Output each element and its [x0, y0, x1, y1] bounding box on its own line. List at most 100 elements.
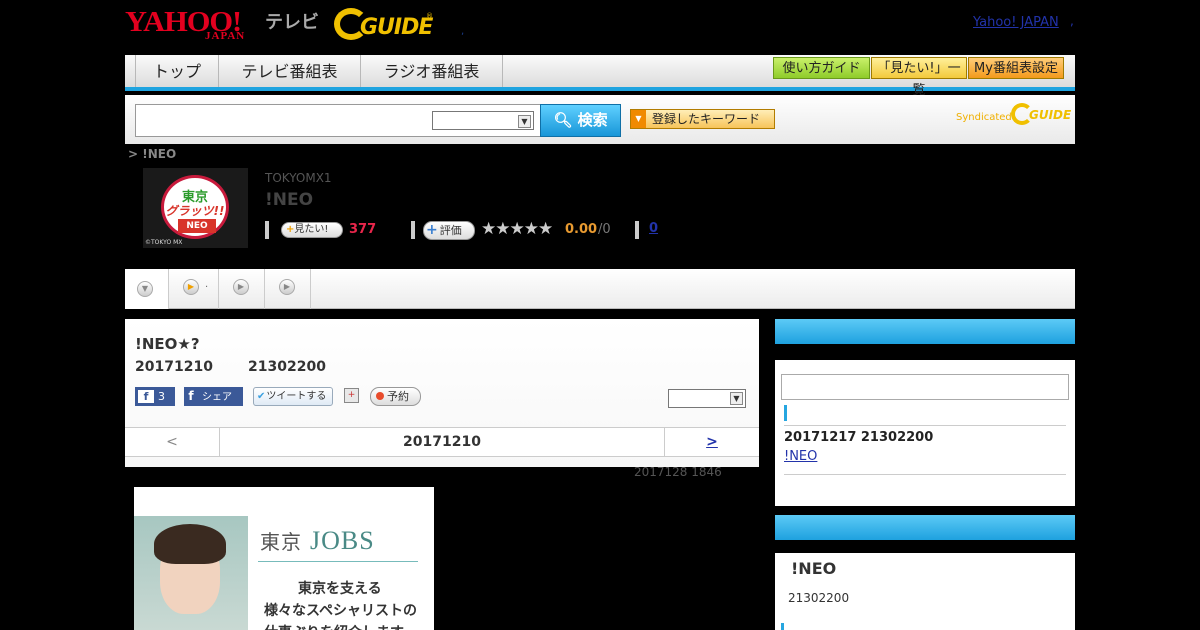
ad-text-area: 東京 JOBS 東京を支える 様々なスペシャリストの 仕事ぶりを紹介します [248, 516, 434, 630]
gguide-logo-text: GUIDE [360, 15, 433, 40]
next-date-link[interactable]: > [664, 428, 759, 456]
divider [411, 221, 415, 239]
thumbnail-copyright: ©TOKYO MX [145, 239, 183, 246]
usage-guide-button[interactable]: 使い方ガイド [773, 57, 870, 79]
divider [265, 221, 269, 239]
yahoo-japan-logo[interactable]: YAHOO! JAPAN [125, 6, 261, 42]
tab-second[interactable]: ▶ . [169, 269, 219, 309]
facebook-like-count: 3 [158, 390, 165, 403]
next-broadcast-datetime: 20171217 21302200 [784, 430, 934, 445]
tweet-button[interactable]: ✔ツイートする [253, 387, 333, 406]
ad-copy-line2: 様々なスペシャリストの [264, 603, 418, 619]
ad-top-bar [134, 487, 434, 515]
header-separator: , [461, 26, 465, 37]
program-logo-line2: グラッツ!! [165, 204, 225, 218]
rate-label: 評価 [439, 224, 462, 237]
episode-title: !NEO★? [135, 335, 200, 353]
program-title: !NEO [265, 190, 314, 210]
episode-date: 20171210 [135, 359, 213, 375]
nav-tab-radio-listings[interactable]: ラジオ番組表 [361, 55, 503, 87]
my-schedule-settings-button[interactable]: My番組表設定 [968, 57, 1064, 79]
facebook-share-button[interactable]: f シェア [184, 387, 243, 406]
record-reservation-button[interactable]: 予約 [370, 387, 421, 406]
sidebar-accent [781, 623, 784, 630]
current-date: 20171210 [403, 434, 481, 450]
rate-button[interactable]: + 評価 [423, 221, 475, 240]
want-to-watch-list-button[interactable]: 「見たい!」一覧 [871, 57, 967, 98]
comments-link[interactable]: 0 [649, 221, 658, 236]
ad-copy-line3: 仕事ぶりを紹介します [264, 622, 404, 630]
program-logo-line3: NEO [178, 219, 216, 233]
global-nav: トップ テレビ番組表 ラジオ番組表 使い方ガイド 「見たい!」一覧 My番組表設… [125, 55, 1075, 98]
episode-date-nav: < 20171210 > [125, 427, 759, 457]
registered-keywords-button[interactable]: ▼ 登録したキーワード [630, 109, 775, 129]
sidebar-accent [784, 405, 787, 421]
play-icon: ▶ [233, 279, 249, 295]
advertisement-banner[interactable]: 東京 JOBS 東京を支える 様々なスペシャリストの 仕事ぶりを紹介します [134, 487, 434, 630]
gguide-logo[interactable]: GUIDE ® [334, 8, 434, 40]
sidebar-box-program: !NEO 21302200 [775, 515, 1075, 630]
previous-date-button[interactable]: < [125, 428, 220, 456]
rating-score: 0.00 [565, 222, 598, 237]
program-logo-circle: 東京 グラッツ!! NEO [161, 175, 229, 239]
facebook-icon: f [188, 389, 194, 403]
tab-detail[interactable]: ▼ [125, 269, 169, 309]
star-rating: ★★★★★ [481, 219, 553, 239]
episode-select[interactable]: ▼ [668, 389, 746, 408]
next-broadcast-link[interactable]: !NEO [784, 449, 817, 464]
nav-tab-top[interactable]: トップ [135, 55, 219, 87]
search-button-label: 検索 [577, 111, 608, 129]
breadcrumb: > !NEO [128, 147, 177, 161]
triangle-down-icon: ▼ [631, 110, 646, 128]
channel-name: TOKYOMX1 [265, 171, 332, 185]
plus-icon: + [426, 222, 438, 238]
ad-brand-name: JOBS [310, 526, 375, 555]
chevron-down-icon: ▼ [730, 392, 743, 405]
calendar-add-icon[interactable]: + [344, 388, 359, 403]
episode-panel: !NEO★? 20171210 21302200 f3 f シェア ✔ツイートする… [125, 319, 759, 467]
divider [784, 425, 1066, 426]
chevron-down-icon: ▼ [137, 281, 153, 297]
syndicated-label: Syndicated [956, 112, 1012, 123]
syndicated-logo-text: GUIDE [1029, 108, 1072, 122]
sidebar-input[interactable] [781, 374, 1069, 400]
syndicated-gguide-logo: GUIDE [1011, 103, 1071, 125]
last-updated: 2017128 1846 [634, 465, 722, 479]
yahoo-japan-link[interactable]: Yahoo! JAPAN [973, 15, 1059, 30]
record-dot-icon [376, 392, 384, 400]
tab-fourth[interactable]: ▶ [265, 269, 311, 309]
play-icon: ▶ [279, 279, 295, 295]
facebook-like-button[interactable]: f3 [135, 387, 175, 406]
program-thumbnail: 東京 グラッツ!! NEO ©TOKYO MX [143, 168, 248, 248]
sidebar-program-title: !NEO [791, 559, 837, 578]
divider [635, 221, 639, 239]
want-to-watch-count: 377 [349, 222, 377, 237]
rating-count: /0 [598, 222, 611, 237]
registered-mark: ® [426, 12, 433, 20]
program-tab-strip: ▼ ▶ . ▶ ▶ [125, 269, 1075, 309]
sidebar-box-upcoming: 20171217 21302200 !NEO [775, 319, 1075, 506]
search-icon: 🔍︎ [553, 111, 573, 129]
sidebar-box-subheader [775, 344, 1075, 360]
sidebar-program-time: 21302200 [788, 591, 850, 605]
search-genre-select[interactable]: ▼ [432, 111, 534, 130]
episode-time: 21302200 [248, 359, 326, 375]
want-to-watch-button[interactable]: +見たい! [281, 222, 343, 238]
registered-keywords-label: 登録したキーワード [652, 112, 761, 126]
tab-third[interactable]: ▶ [219, 269, 265, 309]
ad-brand-prefix: 東京 [260, 530, 302, 554]
header-separator-right: , [1070, 14, 1074, 28]
tv-label: テレビ [265, 12, 319, 33]
divider [784, 474, 1066, 475]
sidebar-box-header [775, 319, 1075, 344]
play-icon: ▶ [183, 279, 199, 295]
twitter-bird-icon: ✔ [257, 391, 266, 402]
sidebar-box-header [775, 515, 1075, 540]
want-to-watch-label: 見たい! [294, 224, 329, 235]
ad-brand: 東京 JOBS [260, 526, 375, 556]
facebook-icon: f [138, 390, 154, 403]
tab-second-label: . [205, 279, 209, 290]
search-button[interactable]: 🔍︎ 検索 [540, 104, 621, 137]
nav-tab-tv-listings[interactable]: テレビ番組表 [219, 55, 361, 87]
chevron-down-icon: ▼ [518, 115, 531, 128]
